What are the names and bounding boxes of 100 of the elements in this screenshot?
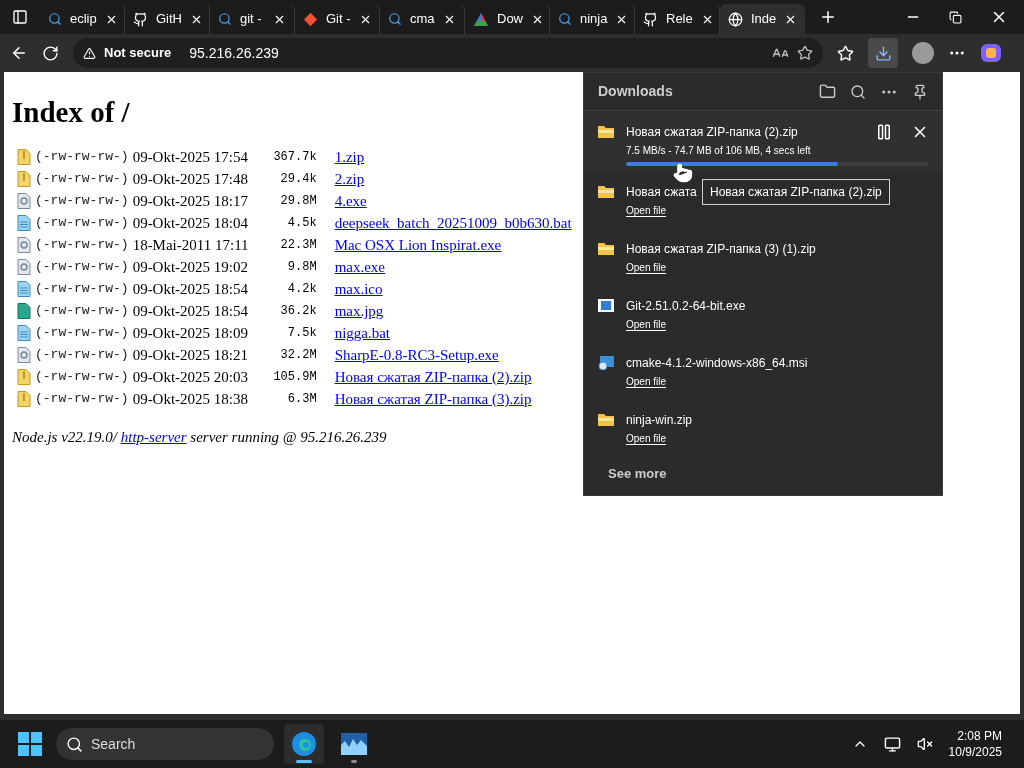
text-file-icon: [17, 215, 31, 231]
folder-icon[interactable]: [819, 83, 836, 100]
file-size: 6.3M: [286, 391, 317, 408]
image-file-icon: [17, 303, 31, 319]
globe-icon: [728, 11, 743, 27]
file-size: 4.5k: [286, 215, 317, 232]
file-link[interactable]: nigga.bat: [334, 321, 391, 345]
github-icon: [133, 11, 148, 27]
file-size: 32.2M: [279, 347, 317, 364]
zip-file-icon: [17, 391, 31, 407]
downloads-button[interactable]: [868, 38, 898, 68]
file-permissions: (-rw-rw-rw-): [35, 368, 129, 387]
file-size: 29.4k: [279, 171, 317, 188]
open-file-link[interactable]: Open file: [626, 203, 697, 218]
file-link[interactable]: max.ico: [334, 277, 383, 301]
file-date: 09-Okt-2025 18:09: [132, 323, 250, 343]
file-size: 22.3M: [279, 237, 317, 254]
download-filename: ninja-win.zip: [626, 412, 693, 429]
pin-icon[interactable]: [912, 83, 928, 100]
installer-disc-icon: [598, 356, 614, 371]
program-file-icon: [17, 347, 31, 363]
program-file-icon: [17, 193, 31, 209]
program-file-icon: [17, 237, 31, 253]
clock-time: 2:08 PM: [957, 728, 1002, 744]
file-link[interactable]: 4.exe: [334, 189, 367, 213]
folder-icon: [598, 125, 614, 138]
file-permissions: (-rw-rw-rw-): [35, 346, 129, 365]
file-link[interactable]: max.exe: [334, 255, 385, 279]
file-date: 09-Okt-2025 17:54: [132, 147, 250, 167]
open-file-link[interactable]: Open file: [626, 260, 816, 275]
file-date: 09-Okt-2025 18:54: [132, 301, 250, 321]
muted-speaker-icon[interactable]: [916, 736, 933, 752]
file-link[interactable]: Новая сжатая ZIP-папка (3).zip: [334, 387, 532, 411]
file-link[interactable]: 2.zip: [334, 167, 365, 191]
file-link[interactable]: SharpE-0.8-RC3-Setup.exe: [334, 343, 499, 367]
profile-avatar[interactable]: [912, 42, 934, 64]
file-link[interactable]: 1.zip: [334, 145, 365, 169]
file-size: 105.9M: [272, 369, 317, 386]
tab-title: git -: [240, 10, 262, 29]
file-date: 09-Okt-2025 18:38: [132, 389, 250, 409]
file-permissions: (-rw-rw-rw-): [35, 324, 129, 343]
windows-start-icon[interactable]: [18, 732, 42, 756]
tooltip: Новая сжатая ZIP-папка (2).zip: [702, 179, 890, 205]
download-filename: Новая сжатая ZIP-папка (2).zip: [626, 124, 798, 141]
file-date: 09-Okt-2025 18:54: [132, 279, 250, 299]
file-link[interactable]: Mac OSX Lion Inspirat.exe: [334, 233, 502, 257]
file-size: 4.2k: [286, 281, 317, 298]
restore-icon[interactable]: [949, 10, 962, 24]
file-permissions: (-rw-rw-rw-): [35, 236, 129, 255]
search-icon: [66, 735, 83, 753]
search-placeholder: Search: [91, 734, 136, 754]
file-size: 9.8M: [286, 259, 317, 276]
file-permissions: (-rw-rw-rw-): [35, 302, 129, 321]
download-icon: [874, 44, 892, 62]
tab-title: Dow: [497, 10, 523, 29]
file-size: 36.2k: [279, 303, 317, 320]
network-icon[interactable]: [883, 735, 901, 753]
file-date: 09-Okt-2025 17:48: [132, 169, 250, 189]
open-file-link[interactable]: Open file: [626, 431, 693, 446]
server-link[interactable]: http-server: [120, 429, 187, 445]
file-link[interactable]: Новая сжатая ZIP-папка (2).zip: [334, 365, 532, 389]
folder-icon: [598, 242, 614, 255]
browser-tab[interactable]: Inde: [720, 4, 805, 34]
file-size: 29.8M: [279, 193, 317, 210]
pause-icon[interactable]: [875, 123, 893, 141]
page-heading: Index of /: [12, 95, 131, 130]
copilot-logo-icon[interactable]: [980, 42, 1002, 64]
hand-cursor-icon: [673, 163, 693, 183]
file-link[interactable]: max.jpg: [334, 299, 384, 323]
file-permissions: (-rw-rw-rw-): [35, 192, 129, 211]
folder-icon: [598, 413, 614, 426]
file-date: 09-Okt-2025 18:04: [132, 213, 250, 233]
see-more-button[interactable]: See more: [608, 464, 667, 484]
address-bar[interactable]: Not secure 95.216.26.239: [73, 38, 823, 68]
back-icon[interactable]: [10, 44, 28, 62]
open-file-link[interactable]: Open file: [626, 317, 746, 332]
favorite-star-icon[interactable]: [797, 45, 813, 61]
tab-title: eclip: [70, 10, 97, 29]
triangle-logo-icon: [473, 11, 489, 27]
taskbar-app[interactable]: [284, 724, 324, 764]
reload-icon[interactable]: [42, 44, 59, 62]
favorites-icon[interactable]: [837, 44, 854, 62]
search-icon[interactable]: [850, 83, 866, 100]
file-link[interactable]: deepseek_batch_20251009_b0b630.bat: [334, 211, 572, 235]
file-permissions: (-rw-rw-rw-): [35, 170, 129, 189]
search-icon: [48, 12, 62, 26]
new-tab-icon[interactable]: [819, 8, 837, 26]
file-permissions: (-rw-rw-rw-): [35, 258, 129, 277]
zip-file-icon: [17, 369, 31, 385]
tab-title: Git -: [326, 10, 351, 29]
file-size: 367.7k: [272, 149, 317, 166]
github-icon: [643, 11, 658, 27]
zip-file-icon: [17, 171, 31, 187]
download-filename: cmake-4.1.2-windows-x86_64.msi: [626, 355, 808, 372]
file-permissions: (-rw-rw-rw-): [35, 148, 129, 167]
taskbar-search-field[interactable]: Search: [56, 728, 274, 760]
download-item[interactable]: Новая сжатая ZIP-папка (2).zip 7.5 MB/s - 74.7 MB of 106 MB, 4 secs left: [584, 111, 942, 171]
file-date: 09-Okt-2025 18:17: [132, 191, 250, 211]
open-file-link[interactable]: Open file: [626, 374, 808, 389]
download-filename: Новая сжата: [626, 184, 697, 201]
